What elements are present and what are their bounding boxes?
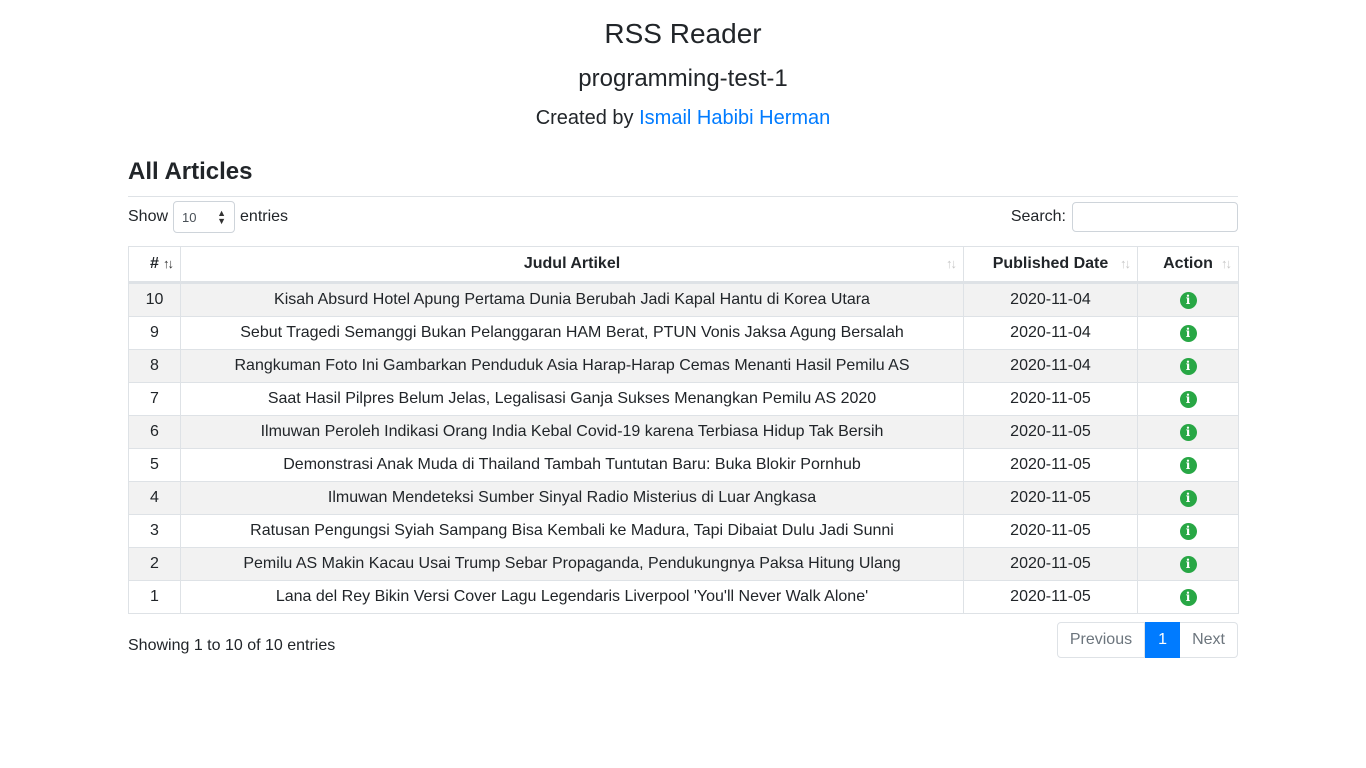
info-circle-icon[interactable]: i <box>1179 291 1197 309</box>
table-row: 10 Kisah Absurd Hotel Apung Pertama Duni… <box>128 282 1239 317</box>
table-row: 4 Ilmuwan Mendeteksi Sumber Sinyal Radio… <box>128 481 1239 515</box>
row-title: Demonstrasi Anak Muda di Thailand Tambah… <box>180 448 964 482</box>
row-title: Sebut Tragedi Semanggi Bukan Pelanggaran… <box>180 316 964 350</box>
row-number: 1 <box>128 580 181 614</box>
row-title: Lana del Rey Bikin Versi Cover Lagu Lege… <box>180 580 964 614</box>
row-date: 2020-11-05 <box>963 514 1138 548</box>
table-row: 1 Lana del Rey Bikin Versi Cover Lagu Le… <box>128 580 1239 614</box>
table-body: 10 Kisah Absurd Hotel Apung Pertama Duni… <box>128 282 1239 614</box>
sort-icon: ↑↓ <box>1221 256 1232 271</box>
row-title: Ratusan Pengungsi Syiah Sampang Bisa Kem… <box>180 514 964 548</box>
row-date: 2020-11-04 <box>963 282 1138 317</box>
row-title: Kisah Absurd Hotel Apung Pertama Dunia B… <box>180 282 964 317</box>
search-input[interactable] <box>1072 202 1238 232</box>
pagination: Previous 1 Next <box>1056 622 1238 658</box>
page-1-button[interactable]: 1 <box>1145 622 1181 658</box>
table-row: 9 Sebut Tragedi Semanggi Bukan Pelanggar… <box>128 316 1239 350</box>
row-date: 2020-11-04 <box>963 349 1138 383</box>
author-link[interactable]: Ismail Habibi Herman <box>639 107 830 129</box>
table-row: 6 Ilmuwan Peroleh Indikasi Orang India K… <box>128 415 1239 449</box>
row-action: i <box>1137 514 1239 548</box>
row-action: i <box>1137 282 1239 317</box>
row-number: 5 <box>128 448 181 482</box>
table-row: 8 Rangkuman Foto Ini Gambarkan Penduduk … <box>128 349 1239 383</box>
entries-select-value: 10 <box>182 209 197 225</box>
row-number: 6 <box>128 415 181 449</box>
show-label: Show <box>128 208 169 225</box>
header-number-label: # <box>150 255 159 272</box>
row-title: Rangkuman Foto Ini Gambarkan Penduduk As… <box>180 349 964 383</box>
sort-icon: ↑↓ <box>946 256 957 271</box>
row-action: i <box>1137 316 1239 350</box>
info-circle-icon[interactable]: i <box>1179 555 1197 573</box>
info-circle-icon[interactable]: i <box>1179 423 1197 441</box>
sort-icon: ↑↓ <box>1120 256 1131 271</box>
previous-button[interactable]: Previous <box>1056 622 1146 658</box>
row-number: 4 <box>128 481 181 515</box>
entries-label: entries <box>240 208 289 225</box>
table-row: 7 Saat Hasil Pilpres Belum Jelas, Legali… <box>128 382 1239 416</box>
row-action: i <box>1137 547 1239 581</box>
info-circle-icon[interactable]: i <box>1179 324 1197 342</box>
row-action: i <box>1137 580 1239 614</box>
row-date: 2020-11-05 <box>963 382 1138 416</box>
table-row: 5 Demonstrasi Anak Muda di Thailand Tamb… <box>128 448 1239 482</box>
info-circle-icon[interactable]: i <box>1179 456 1197 474</box>
header-title[interactable]: Judul Artikel ↑↓ <box>180 246 964 284</box>
row-date: 2020-11-04 <box>963 316 1138 350</box>
info-circle-icon[interactable]: i <box>1179 522 1197 540</box>
info-circle-icon[interactable]: i <box>1179 357 1197 375</box>
table-row: 3 Ratusan Pengungsi Syiah Sampang Bisa K… <box>128 514 1239 548</box>
search-control: Search: <box>1011 202 1238 232</box>
row-number: 8 <box>128 349 181 383</box>
row-action: i <box>1137 349 1239 383</box>
header-number[interactable]: # ↑↓ <box>128 246 181 284</box>
row-number: 2 <box>128 547 181 581</box>
row-action: i <box>1137 415 1239 449</box>
row-number: 3 <box>128 514 181 548</box>
table-row: 2 Pemilu AS Makin Kacau Usai Trump Sebar… <box>128 547 1239 581</box>
row-title: Pemilu AS Makin Kacau Usai Trump Sebar P… <box>180 547 964 581</box>
search-label: Search: <box>1010 208 1066 225</box>
header-date-label: Published Date <box>992 255 1109 272</box>
select-arrows-icon: ▲ ▼ <box>217 208 227 226</box>
row-title: Ilmuwan Peroleh Indikasi Orang India Keb… <box>180 415 964 449</box>
articles-section: All Articles Show 10 ▲ ▼ entries Search: … <box>128 156 1239 658</box>
app-subtitle: programming-test-1 <box>578 65 788 92</box>
credit-line: Created by Ismail Habibi Herman <box>0 94 1366 130</box>
length-control: Show 10 ▲ ▼ entries <box>128 201 288 233</box>
row-date: 2020-11-05 <box>963 415 1138 449</box>
row-title: Saat Hasil Pilpres Belum Jelas, Legalisa… <box>180 382 964 416</box>
row-action: i <box>1137 448 1239 482</box>
row-number: 9 <box>128 316 181 350</box>
entries-select[interactable]: 10 ▲ ▼ <box>173 201 236 233</box>
row-date: 2020-11-05 <box>963 547 1138 581</box>
section-title: All Articles <box>128 156 1238 197</box>
row-action: i <box>1137 382 1239 416</box>
sort-icon: ↑↓ <box>163 256 174 271</box>
table-header-row: # ↑↓ Judul Artikel ↑↓ Published Date ↑↓ Act… <box>128 246 1239 284</box>
header-action[interactable]: Action ↑↓ <box>1137 246 1239 284</box>
header-action-label: Action <box>1163 255 1213 272</box>
app-title: RSS Reader <box>604 18 762 49</box>
next-button[interactable]: Next <box>1180 622 1238 658</box>
header-published-date[interactable]: Published Date ↑↓ <box>963 246 1138 284</box>
info-circle-icon[interactable]: i <box>1179 390 1197 408</box>
row-date: 2020-11-05 <box>963 580 1138 614</box>
info-circle-icon[interactable]: i <box>1179 588 1197 606</box>
row-number: 10 <box>128 282 181 317</box>
table-info: Showing 1 to 10 of 10 entries <box>128 637 336 654</box>
header-title-label: Judul Artikel <box>523 255 621 272</box>
table-controls: Show 10 ▲ ▼ entries Search: <box>128 201 1238 233</box>
row-action: i <box>1137 481 1239 515</box>
table-footer: Showing 1 to 10 of 10 entries Previous 1… <box>128 622 1238 658</box>
row-date: 2020-11-05 <box>963 481 1138 515</box>
info-circle-icon[interactable]: i <box>1179 489 1197 507</box>
row-date: 2020-11-05 <box>963 448 1138 482</box>
articles-table: # ↑↓ Judul Artikel ↑↓ Published Date ↑↓ Act… <box>128 246 1239 614</box>
row-number: 7 <box>128 382 181 416</box>
page-header: RSS Reader programming-test-1 Created by… <box>0 0 1366 130</box>
credit-prefix: Created by <box>535 107 634 129</box>
row-title: Ilmuwan Mendeteksi Sumber Sinyal Radio M… <box>180 481 964 515</box>
